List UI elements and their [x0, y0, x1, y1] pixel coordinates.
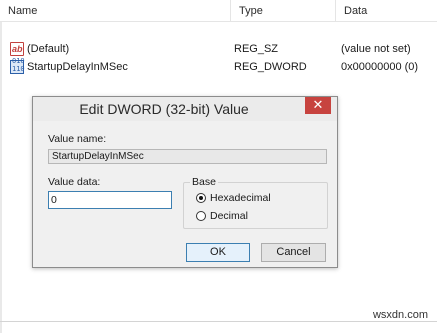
list-item-default[interactable]: ab (Default) REG_SZ (value not set)	[0, 40, 437, 58]
value-name-label: Value name:	[48, 133, 107, 145]
value-type: REG_SZ	[234, 43, 279, 55]
close-button[interactable]: ✕	[305, 97, 331, 114]
watermark: wsxdn.com	[372, 309, 428, 321]
value-type: REG_DWORD	[234, 61, 307, 73]
ok-button[interactable]: OK	[186, 243, 250, 262]
base-group	[183, 182, 328, 229]
dialog-titlebar[interactable]: Edit DWORD (32-bit) Value ✕	[33, 97, 337, 121]
hexadecimal-label[interactable]: Hexadecimal	[210, 192, 271, 204]
dword-value-icon: 010 110	[10, 57, 25, 74]
value-data: 0x00000000 (0)	[341, 61, 419, 73]
value-name-field: StartupDelayInMSec	[48, 149, 327, 164]
close-icon: ✕	[312, 97, 324, 112]
value-data: (value not set)	[341, 43, 411, 55]
decimal-radio[interactable]	[196, 211, 206, 221]
value-data-input[interactable]	[48, 191, 172, 209]
value-name: (Default)	[27, 43, 70, 55]
value-data-label: Value data:	[48, 176, 101, 188]
hexadecimal-radio[interactable]	[196, 193, 206, 203]
pane-bottom-border	[0, 321, 437, 322]
dialog-title: Edit DWORD (32-bit) Value	[79, 101, 249, 117]
column-header-type[interactable]: Type	[231, 0, 335, 22]
string-value-icon: ab	[10, 42, 24, 56]
cancel-button[interactable]: Cancel	[261, 243, 326, 262]
list-item-startupdelayinmsec[interactable]: 010 110 StartupDelayInMSec REG_DWORD 0x0…	[0, 57, 437, 76]
decimal-label[interactable]: Decimal	[210, 210, 248, 222]
column-header-name[interactable]: Name	[0, 0, 230, 22]
base-group-label: Base	[190, 176, 218, 188]
edit-dword-dialog: Edit DWORD (32-bit) Value ✕ Value name: …	[32, 96, 338, 268]
column-header-data[interactable]: Data	[336, 0, 437, 22]
value-name: StartupDelayInMSec	[27, 61, 128, 73]
